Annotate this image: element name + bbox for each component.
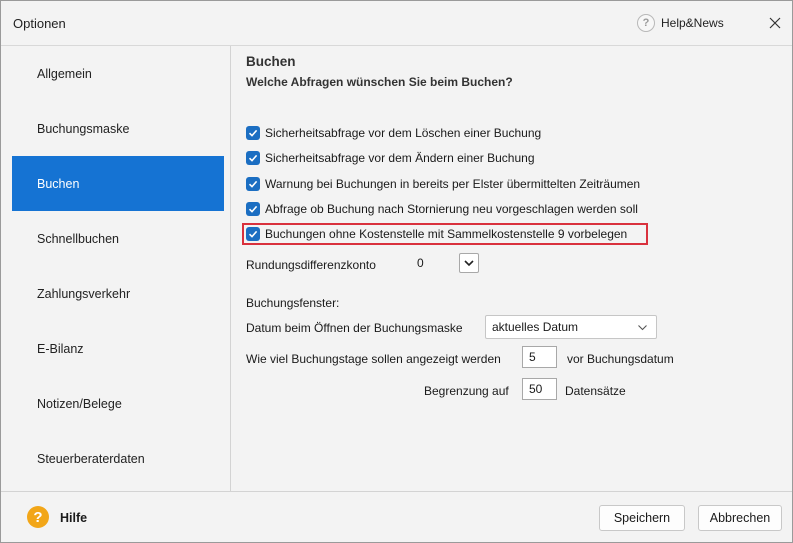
limit-label: Begrenzung auf: [424, 384, 509, 398]
limit-value: 50: [529, 382, 543, 396]
checkmark-icon: [248, 180, 258, 188]
options-dialog: Optionen ? Help&News Allgemein Buchungsm…: [0, 0, 793, 543]
help-icon[interactable]: ?: [27, 506, 49, 528]
checkmark-icon: [248, 230, 258, 238]
checkbox-label: Sicherheitsabfrage vor dem Löschen einer…: [265, 126, 542, 140]
title-bar: Optionen ? Help&News: [1, 1, 792, 46]
date-on-open-label: Datum beim Öffnen der Buchungsmaske: [246, 321, 463, 335]
booking-days-value: 5: [529, 350, 536, 364]
limit-input[interactable]: 50: [522, 378, 557, 400]
checkbox-label: Warnung bei Buchungen in bereits per Els…: [265, 177, 641, 191]
sidebar-item-buchen[interactable]: Buchen: [12, 156, 224, 211]
checkbox[interactable]: [246, 177, 260, 191]
sidebar-item-label: Notizen/Belege: [37, 396, 122, 411]
checkmark-icon: [248, 154, 258, 162]
checkbox[interactable]: [246, 227, 260, 241]
checkbox-label: Buchungen ohne Kostenstelle mit Sammelko…: [265, 227, 628, 241]
options-sidebar: Allgemein Buchungsmaske Buchen Schnellbu…: [12, 46, 224, 491]
checkbox-delete-confirm[interactable]: Sicherheitsabfrage vor dem Löschen einer…: [246, 124, 541, 142]
sidebar-item-label: Allgemein: [37, 66, 92, 81]
help-news-link[interactable]: ? Help&News: [637, 13, 724, 33]
sidebar-item-label: Buchen: [37, 176, 80, 191]
close-button[interactable]: [763, 11, 787, 35]
rounding-account-value: 0: [417, 256, 424, 270]
sidebar-item-e-bilanz[interactable]: E-Bilanz: [12, 321, 224, 376]
sidebar-item-schnellbuchen[interactable]: Schnellbuchen: [12, 211, 224, 266]
checkbox-label: Abfrage ob Buchung nach Stornierung neu …: [265, 202, 638, 216]
window-title: Optionen: [13, 16, 66, 31]
chevron-down-icon: [638, 325, 647, 331]
sidebar-item-label: Buchungsmaske: [37, 121, 130, 136]
sidebar-item-steuerberaterdaten[interactable]: Steuerberaterdaten: [12, 431, 224, 486]
sidebar-item-notizen-belege[interactable]: Notizen/Belege: [12, 376, 224, 431]
rounding-account-dropdown[interactable]: [459, 253, 479, 273]
checkbox-label: Sicherheitsabfrage vor dem Ändern einer …: [265, 151, 535, 165]
sidebar-item-label: Steuerberaterdaten: [37, 451, 145, 466]
rounding-account-label: Rundungsdifferenzkonto: [246, 258, 376, 272]
sidebar-item-label: Zahlungsverkehr: [37, 286, 131, 301]
rounding-account-field[interactable]: 0: [411, 252, 455, 274]
booking-days-input[interactable]: 5: [522, 346, 557, 368]
help-icon: ?: [637, 14, 655, 32]
sidebar-item-buchungsmaske[interactable]: Buchungsmaske: [12, 101, 224, 156]
sidebar-item-label: Schnellbuchen: [37, 231, 120, 246]
sidebar-item-allgemein[interactable]: Allgemein: [12, 46, 224, 101]
checkbox-elster-warning[interactable]: Warnung bei Buchungen in bereits per Els…: [246, 175, 640, 193]
checkbox[interactable]: [246, 151, 260, 165]
booking-window-heading: Buchungsfenster:: [246, 296, 340, 310]
booking-days-label: Wie viel Buchungstage sollen angezeigt w…: [246, 352, 501, 366]
date-on-open-value: aktuelles Datum: [492, 320, 579, 334]
checkbox-change-confirm[interactable]: Sicherheitsabfrage vor dem Ändern einer …: [246, 149, 535, 167]
save-button[interactable]: Speichern: [599, 505, 685, 531]
checkmark-icon: [248, 129, 258, 137]
help-news-label: Help&News: [661, 16, 724, 30]
help-link[interactable]: Hilfe: [60, 511, 87, 525]
options-content: Buchen Welche Abfragen wünschen Sie beim…: [231, 46, 792, 491]
section-title: Buchen: [246, 54, 296, 69]
cancel-button[interactable]: Abbrechen: [698, 505, 782, 531]
checkbox-storno-suggest[interactable]: Abfrage ob Buchung nach Stornierung neu …: [246, 200, 638, 218]
checkmark-icon: [248, 205, 258, 213]
sidebar-item-label: E-Bilanz: [37, 341, 84, 356]
close-icon: [769, 17, 781, 29]
limit-suffix: Datensätze: [565, 384, 626, 398]
footer-divider: [1, 491, 792, 492]
checkbox-cost-center-default[interactable]: Buchungen ohne Kostenstelle mit Sammelko…: [246, 225, 627, 243]
checkbox[interactable]: [246, 202, 260, 216]
chevron-down-icon: [464, 259, 474, 266]
sidebar-item-zahlungsverkehr[interactable]: Zahlungsverkehr: [12, 266, 224, 321]
checkbox[interactable]: [246, 126, 260, 140]
date-on-open-select[interactable]: aktuelles Datum: [485, 315, 657, 339]
booking-days-suffix: vor Buchungsdatum: [567, 352, 674, 366]
section-subtitle: Welche Abfragen wünschen Sie beim Buchen…: [246, 75, 513, 89]
